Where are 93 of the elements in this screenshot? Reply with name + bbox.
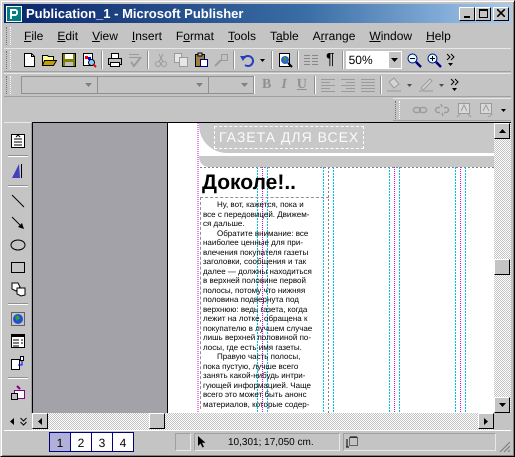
zoom-dropdown[interactable]: 50%	[346, 51, 402, 69]
zoom-in-icon[interactable]	[426, 52, 442, 68]
line-icon[interactable]	[10, 193, 26, 209]
text-line: лежит на лотке, обращена к	[203, 314, 308, 324]
menu-item[interactable]: Help	[419, 27, 458, 45]
caret-icon	[391, 58, 398, 62]
scroll-left-icon[interactable]	[10, 418, 14, 425]
text-line: ся дальше.	[203, 219, 245, 228]
shapes-icon[interactable]	[10, 281, 26, 297]
minimize-button[interactable]	[459, 6, 475, 20]
scrollbar-corner	[494, 413, 511, 430]
maximize-icon	[478, 8, 488, 18]
page-tab[interactable]: 1	[49, 432, 71, 452]
status-panel	[175, 433, 191, 451]
toolbar-grip[interactable]	[395, 100, 400, 118]
form-icon[interactable]	[10, 333, 26, 349]
toolbar-grip[interactable]	[6, 76, 11, 94]
text-line: верхнюю: ведь газета, когда	[203, 304, 308, 314]
text-line: покупателю в лучшем случае	[203, 324, 312, 333]
menu-item[interactable]: Insert	[124, 27, 169, 45]
text-line: наиболее ценные для при-	[203, 238, 303, 248]
zoom-out-icon[interactable]	[406, 52, 422, 68]
text-line: пока пустую, лучше всего	[203, 362, 298, 371]
menu-item[interactable]: File	[17, 27, 50, 45]
toolbar-grip[interactable]	[6, 51, 11, 69]
scroll-down-button[interactable]	[494, 397, 510, 413]
text-line: лосы, где есть имя газеты.	[203, 342, 302, 352]
left-arrow-icon	[38, 418, 42, 424]
headline: Доколе!..	[202, 170, 296, 195]
text-line: все с передовицей. Движем-	[203, 210, 310, 219]
chevron-icon[interactable]	[446, 52, 456, 68]
menu-item[interactable]: Arrange	[306, 27, 362, 45]
text-line: материалов, которые содер-	[203, 400, 310, 409]
rectangle-icon[interactable]	[10, 259, 26, 275]
page-gallery-icon[interactable]	[10, 355, 26, 371]
page-tab[interactable]: 2	[70, 432, 92, 452]
text-line: занять какой-нибудь интри-	[203, 371, 306, 380]
menu-item[interactable]: Window	[362, 27, 420, 45]
text-line: в верхней половине первой	[203, 276, 306, 286]
menu-item[interactable]: Edit	[50, 27, 86, 45]
scroll-right-button[interactable]	[478, 413, 494, 429]
close-icon	[497, 8, 505, 16]
menu-item[interactable]: Table	[262, 27, 306, 45]
clipboard-icon[interactable]	[193, 52, 209, 68]
arrow-icon[interactable]	[10, 215, 26, 231]
caret-icon	[85, 83, 92, 87]
vertical-scrollbar[interactable]	[494, 123, 511, 413]
scroll-thumb[interactable]	[494, 259, 510, 275]
text-line: всего это может быть анонс	[203, 390, 307, 400]
new-page-icon[interactable]	[21, 52, 37, 68]
text-frame-icon[interactable]	[10, 133, 26, 149]
toolbar-grip[interactable]	[6, 27, 11, 45]
page-preview-icon[interactable]	[81, 52, 97, 68]
down-arrow-icon	[498, 403, 506, 407]
text-line: половина подвернута под	[203, 295, 299, 304]
scroll-left-button[interactable]	[32, 413, 48, 429]
page-tab[interactable]: 3	[91, 432, 113, 452]
app-icon	[6, 6, 22, 22]
page-tab[interactable]: 4	[112, 432, 134, 452]
cursor-position: 10,301; 17,050 cm.	[228, 436, 314, 448]
minimize-icon	[464, 16, 470, 18]
text-line: Правую часть полосы,	[216, 352, 300, 362]
chevron-icon[interactable]	[450, 77, 460, 93]
right-arrow-icon	[484, 418, 488, 424]
text-line: влечения покупателя газеты	[203, 248, 308, 257]
menu-item[interactable]: Tools	[220, 27, 263, 45]
oval-icon[interactable]	[10, 237, 26, 253]
scroll-up-button[interactable]	[494, 123, 510, 139]
close-button[interactable]	[493, 6, 509, 20]
menu-item[interactable]: View	[85, 27, 125, 45]
scroll-thumb[interactable]	[149, 413, 165, 429]
up-arrow-icon	[498, 129, 506, 133]
resize-grip[interactable]	[499, 441, 511, 453]
horizontal-scrollbar[interactable]	[32, 413, 511, 430]
caret-icon	[241, 83, 248, 87]
text-line: заголовки, сообщения и так	[203, 257, 306, 266]
text-line: Ну, вот, кажется, пока и	[216, 200, 304, 210]
pointer-icon	[198, 436, 206, 448]
object-size-icon	[346, 436, 358, 448]
text-line: полосы, потому что нижняя	[203, 286, 306, 295]
maximize-button[interactable]	[475, 6, 491, 20]
globe-page-icon[interactable]	[277, 52, 293, 68]
formatting-marks-button[interactable]: ¶	[323, 52, 338, 68]
chevron-icon[interactable]	[20, 416, 26, 426]
text-line: Обратите внимание: все	[216, 228, 308, 238]
window-title: Publication_1 - Microsoft Publisher	[26, 6, 244, 21]
undo-icon[interactable]	[239, 52, 255, 68]
folder-icon[interactable]	[41, 52, 57, 68]
globe-icon[interactable]	[10, 311, 26, 327]
printer-icon[interactable]	[107, 52, 123, 68]
menu-item[interactable]: Format	[168, 27, 221, 45]
envelope-icon[interactable]	[10, 385, 26, 401]
caret-icon	[196, 83, 203, 87]
